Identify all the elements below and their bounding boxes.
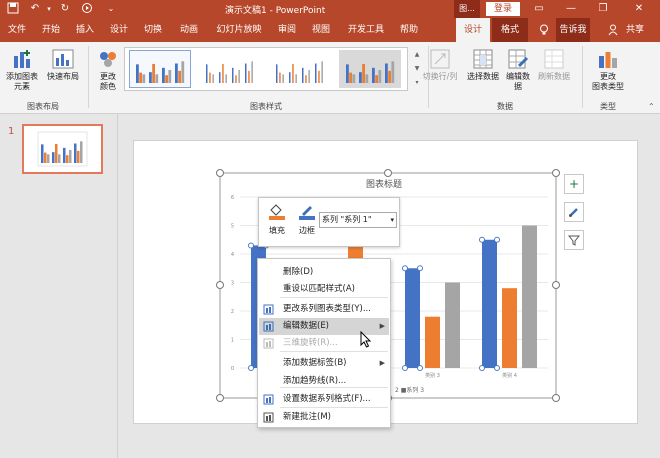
rotate-icon xyxy=(263,338,274,349)
bar-系列1-2[interactable] xyxy=(405,268,420,368)
format-icon xyxy=(263,394,274,405)
menu-item-0[interactable]: 删除(D) xyxy=(259,264,389,281)
y-tick-label: 2 xyxy=(231,309,234,315)
chart-resize-handle[interactable] xyxy=(216,281,224,289)
menu-item-1[interactable]: 重设以匹配样式(A) xyxy=(259,281,389,298)
menu-separator xyxy=(280,387,388,388)
bar-系列2-3[interactable] xyxy=(502,288,517,368)
series-selection-handle xyxy=(494,365,500,371)
chart-resize-handle[interactable] xyxy=(216,394,224,402)
menu-item-label: 设置数据系列格式(F)... xyxy=(283,394,371,404)
series-selection-handle xyxy=(417,265,423,272)
chart-icon xyxy=(263,304,274,315)
series-selector-dropdown[interactable]: 系列 "系列 1" ▾ xyxy=(319,212,397,228)
chart-elements-plus-icon[interactable]: + xyxy=(564,174,584,194)
bar-系列3-2[interactable] xyxy=(445,282,460,369)
chart-styles-brush-icon[interactable] xyxy=(564,202,584,222)
series-selection-handle xyxy=(494,236,500,243)
chart-resize-handle[interactable] xyxy=(216,169,224,177)
y-tick-label: 1 xyxy=(231,338,234,344)
series-selection-handle xyxy=(479,236,485,243)
bar-系列2-2[interactable] xyxy=(425,316,440,368)
chart-legend: 2 ■系列 3 xyxy=(395,387,425,394)
mouse-cursor-icon xyxy=(360,331,372,348)
series-selection-handle xyxy=(402,265,408,272)
y-tick-label: 6 xyxy=(231,195,234,201)
y-tick-label: 4 xyxy=(231,252,234,258)
menu-item-label: 编辑数据(E) xyxy=(283,321,330,331)
menu-item-label: 重设以匹配样式(A) xyxy=(283,284,355,294)
menu-item-label: 添加数据标签(B) xyxy=(283,358,347,368)
chart-resize-handle[interactable] xyxy=(384,169,392,177)
chart-resize-handle[interactable] xyxy=(552,394,560,402)
pen-outline-icon xyxy=(299,206,315,220)
edit-icon xyxy=(263,321,274,332)
fill-bucket-icon xyxy=(269,204,285,220)
bar-系列1-3[interactable] xyxy=(482,239,497,368)
menu-item-2[interactable]: 更改系列图表类型(Y)... xyxy=(259,301,389,318)
menu-separator xyxy=(280,407,388,408)
outline-label: 边框 xyxy=(299,226,315,235)
series-selection-handle xyxy=(248,242,254,249)
menu-item-7[interactable]: 设置数据系列格式(F)... xyxy=(259,391,389,408)
menu-item-label: 添加趋势线(R)... xyxy=(283,376,347,386)
menu-separator xyxy=(280,351,388,352)
bar-系列3-3[interactable] xyxy=(522,225,537,369)
chart-resize-handle[interactable] xyxy=(552,169,560,177)
menu-item-label: 新建批注(M) xyxy=(283,412,331,422)
outline-button[interactable]: 边框 xyxy=(293,202,321,236)
series-selection-handle xyxy=(479,365,485,371)
menu-item-8[interactable]: 新建批注(M) xyxy=(259,409,389,426)
chart-title[interactable]: 图表标题 xyxy=(366,177,402,190)
series-selection-handle xyxy=(248,365,254,371)
chart-resize-handle[interactable] xyxy=(552,281,560,289)
fill-button[interactable]: 填充 xyxy=(263,202,291,236)
fill-label: 填充 xyxy=(269,226,285,235)
submenu-arrow-icon: ▶ xyxy=(379,359,385,367)
series-selection-handle xyxy=(402,365,408,371)
y-tick-label: 3 xyxy=(231,281,234,287)
comment-icon xyxy=(263,412,274,423)
x-tick-label: 类别 3 xyxy=(425,372,440,379)
mini-toolbar: 填充 边框 系列 "系列 1" ▾ xyxy=(258,197,400,247)
submenu-arrow-icon: ▶ xyxy=(379,322,385,330)
chevron-down-icon: ▾ xyxy=(390,216,394,224)
series-selection-handle xyxy=(417,365,423,371)
menu-item-label: 三维旋转(R)... xyxy=(283,338,338,348)
menu-separator xyxy=(280,297,388,298)
series-selector-value: 系列 "系列 1" xyxy=(322,215,372,224)
menu-item-label: 更改系列图表类型(Y)... xyxy=(283,304,371,314)
menu-item-label: 删除(D) xyxy=(283,267,314,277)
x-tick-label: 类别 4 xyxy=(502,372,517,379)
y-tick-label: 5 xyxy=(231,224,234,230)
y-tick-label: 0 xyxy=(231,366,234,372)
chart-filter-icon[interactable] xyxy=(564,230,584,250)
menu-item-5[interactable]: 添加数据标签(B) ▶ xyxy=(259,355,389,372)
